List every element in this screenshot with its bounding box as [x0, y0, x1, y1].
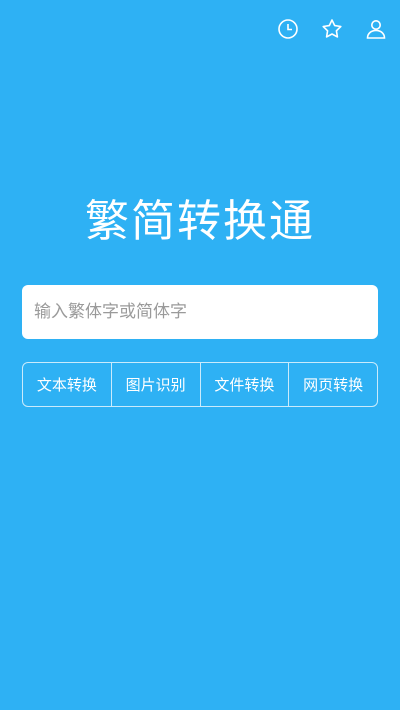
- search-box: [22, 285, 378, 339]
- history-icon: [276, 17, 300, 41]
- favorites-button[interactable]: [320, 17, 344, 41]
- user-profile-icon: [364, 17, 388, 41]
- history-button[interactable]: [276, 17, 300, 41]
- webpage-convert-button[interactable]: 网页转换: [289, 363, 377, 406]
- text-input[interactable]: [22, 285, 378, 339]
- favorite-star-icon: [320, 17, 344, 41]
- file-convert-button[interactable]: 文件转换: [201, 363, 290, 406]
- profile-button[interactable]: [364, 17, 388, 41]
- text-convert-button[interactable]: 文本转换: [23, 363, 112, 406]
- app-title: 繁简转换通: [85, 196, 315, 247]
- top-toolbar: [276, 17, 388, 41]
- conversion-actions: 文本转换 图片识别 文件转换 网页转换: [22, 362, 378, 407]
- image-recognition-button[interactable]: 图片识别: [112, 363, 201, 406]
